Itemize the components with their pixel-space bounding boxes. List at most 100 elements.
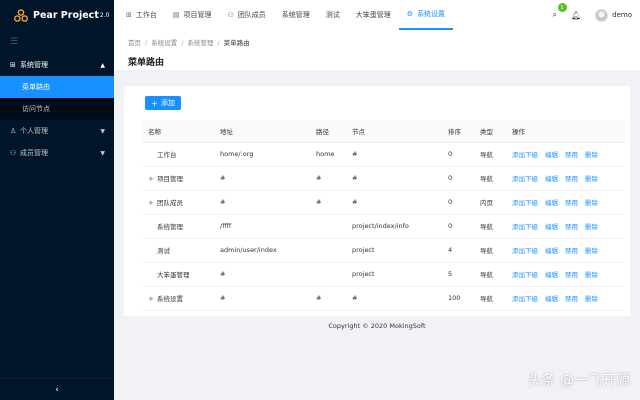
message-icon: ⌕ [552,10,557,19]
action-link[interactable]: 添加下级 [512,223,538,231]
action-link[interactable]: 编辑 [545,223,558,231]
action-link[interactable]: 禁用 [565,247,578,255]
cell-actions: 添加下级 编辑 禁用 删除 [506,238,625,263]
action-link[interactable]: 添加下级 [512,151,538,159]
app-logo[interactable]: Pear Project 2.0 [0,0,114,30]
action-link[interactable]: 添加下级 [512,295,538,303]
sidebar-item-members[interactable]: ⚇ 成员管理 ▼ [0,142,114,164]
cell-name: + 项目管理 [142,166,214,191]
row-name: 系统管理 [157,223,183,231]
expand-icon[interactable]: + [148,199,157,207]
add-button[interactable]: + 添加 [145,96,181,110]
action-link[interactable]: 添加下级 [512,247,538,255]
tab-system-manage[interactable]: 系统管理 [274,0,318,30]
tab-dashboard[interactable]: ⊞ 工作台 [118,0,165,30]
column-header-node: 节点 [346,120,442,143]
add-button-label: 添加 [160,99,175,107]
action-link[interactable]: 编辑 [545,271,558,279]
sidebar-item-label: 系统管理 [20,61,48,69]
app-version: 2.0 [99,11,110,19]
breadcrumb-item[interactable]: 系统设置 [151,39,177,47]
tab-system-settings[interactable]: ⚙ 系统设置 [398,0,454,30]
sidebar-item-label: 访问节点 [22,105,50,113]
cell-node: # [346,142,442,167]
action-link[interactable]: 删除 [585,223,598,231]
row-name: 测试 [157,247,170,255]
action-link[interactable]: 禁用 [565,151,578,159]
table-row: 工作台 home/:org home #0 导航 添加下级 编辑 禁用 删除 [142,142,625,167]
action-link[interactable]: 禁用 [565,199,578,207]
action-link[interactable]: 禁用 [565,271,578,279]
username[interactable]: demo [612,11,632,19]
cell-node: # [346,190,442,215]
action-link[interactable]: 编辑 [545,199,558,207]
cell-order: 4 [442,238,474,263]
breadcrumb-item[interactable]: 首页 [128,39,141,47]
message-button[interactable]: ⌕ 1 [552,3,567,20]
action-link[interactable]: 编辑 [545,247,558,255]
cell-path [310,262,346,287]
action-link[interactable]: 添加下级 [512,271,538,279]
app-name: Pear Project [33,9,99,21]
page-header: 首页 / 系统设置 / 系统管理 / 菜单路由 菜单路由 [114,30,640,70]
tab-team[interactable]: ⚇ 团队成员 [220,0,274,30]
menu-table: 名称 地址 路径 节点 排序 类型 操作 工作台 home/:org home #0 导… [142,120,625,311]
cell-path: # [310,190,346,215]
cell-order: 0 [442,142,474,167]
action-link[interactable]: 删除 [585,247,598,255]
table-row: 测试 admin/user/index project 4 导航 添加下级 编辑 禁用 删除 [142,238,625,263]
cell-name: + 系统设置 [142,286,214,311]
column-header-name: 名称 [142,120,214,143]
content-card: + 添加 名称 地址 路径 节点 排序 类型 操作 工作台 home/:org ho… [124,86,630,316]
avatar[interactable] [595,8,609,22]
sidebar-item-access-node[interactable]: 访问节点 [0,98,114,120]
sidebar-item-menu-route[interactable]: 菜单路由 [0,76,114,98]
cell-type: 导航 [474,166,506,191]
cell-address: /ffff [214,214,310,239]
cell-node: # [346,286,442,311]
cell-actions: 添加下级 编辑 禁用 删除 [506,142,625,167]
sidebar-submenu: 菜单路由 访问节点 [0,76,114,120]
cell-actions: 添加下级 编辑 禁用 删除 [506,190,625,215]
action-link[interactable]: 删除 [585,175,598,183]
breadcrumb-item[interactable]: 系统管理 [187,39,213,47]
team-icon: ⚇ [10,149,17,157]
action-link[interactable]: 禁用 [565,175,578,183]
settings-icon: ⊞ [10,61,16,69]
tab-test[interactable]: 测试 [318,0,348,30]
notification-badge: 1 [557,3,567,12]
cell-node: project [346,262,442,287]
table-row: + 项目管理 # # #0 导航 添加下级 编辑 禁用 删除 [142,166,625,191]
action-link[interactable]: 删除 [585,271,598,279]
sidebar: Pear Project 2.0 ☰ ⊞ 系统管理 ▲ 菜单路由 访问节点 ♙ 个… [0,0,114,400]
cell-path: home [310,142,346,167]
action-link[interactable]: 编辑 [545,175,558,183]
action-link[interactable]: 禁用 [565,223,578,231]
expand-icon[interactable]: + [148,295,157,303]
action-link[interactable]: 禁用 [565,295,578,303]
tab-label: 项目管理 [183,11,212,19]
action-link[interactable]: 删除 [585,199,598,207]
logo-icon [14,8,28,22]
tab-dabendan[interactable]: 大笨蛋管理 [348,0,399,30]
action-link[interactable]: 添加下级 [512,199,538,207]
sidebar-item-personal[interactable]: ♙ 个人管理 ▼ [0,120,114,142]
row-name: 工作台 [157,151,177,159]
action-link[interactable]: 编辑 [545,295,558,303]
bell-button[interactable]: 🔔︎ [571,11,581,20]
menu-toggle-icon[interactable]: ☰ [0,30,114,54]
collapse-sidebar-button[interactable]: ‹ [0,378,114,400]
cell-node: project/index/info [346,214,442,239]
action-link[interactable]: 添加下级 [512,175,538,183]
action-link[interactable]: 编辑 [545,151,558,159]
sidebar-item-label: 成员管理 [20,149,48,157]
action-link[interactable]: 删除 [585,295,598,303]
tab-projects[interactable]: ▤ 项目管理 [165,0,220,30]
chevron-up-icon: ▲ [100,61,105,69]
cell-address: # [214,262,310,287]
cell-node: project [346,238,442,263]
cell-type: 导航 [474,262,506,287]
action-link[interactable]: 删除 [585,151,598,159]
sidebar-item-system[interactable]: ⊞ 系统管理 ▲ [0,54,114,76]
expand-icon[interactable]: + [148,175,157,183]
